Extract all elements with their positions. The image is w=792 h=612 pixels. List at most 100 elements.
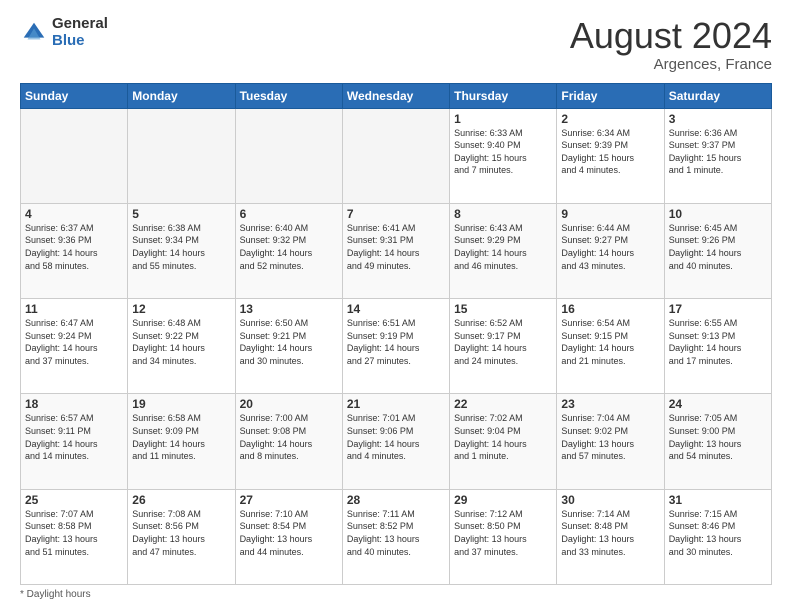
- calendar-cell: 28Sunrise: 7:11 AM Sunset: 8:52 PM Dayli…: [342, 489, 449, 584]
- month-title: August 2024: [570, 16, 772, 56]
- cell-info: Sunrise: 6:37 AM Sunset: 9:36 PM Dayligh…: [25, 222, 123, 272]
- cell-info: Sunrise: 7:15 AM Sunset: 8:46 PM Dayligh…: [669, 508, 767, 558]
- cell-info: Sunrise: 6:38 AM Sunset: 9:34 PM Dayligh…: [132, 222, 230, 272]
- day-number: 12: [132, 302, 230, 316]
- calendar-cell: 25Sunrise: 7:07 AM Sunset: 8:58 PM Dayli…: [21, 489, 128, 584]
- calendar-cell: 17Sunrise: 6:55 AM Sunset: 9:13 PM Dayli…: [664, 299, 771, 394]
- day-number: 21: [347, 397, 445, 411]
- cell-info: Sunrise: 6:55 AM Sunset: 9:13 PM Dayligh…: [669, 317, 767, 367]
- calendar-body: 1Sunrise: 6:33 AM Sunset: 9:40 PM Daylig…: [21, 108, 772, 584]
- cell-info: Sunrise: 6:50 AM Sunset: 9:21 PM Dayligh…: [240, 317, 338, 367]
- day-number: 3: [669, 112, 767, 126]
- cell-info: Sunrise: 6:47 AM Sunset: 9:24 PM Dayligh…: [25, 317, 123, 367]
- logo: General Blue: [20, 16, 108, 49]
- cell-info: Sunrise: 6:33 AM Sunset: 9:40 PM Dayligh…: [454, 127, 552, 177]
- calendar-cell: 13Sunrise: 6:50 AM Sunset: 9:21 PM Dayli…: [235, 299, 342, 394]
- day-number: 1: [454, 112, 552, 126]
- week-row-5: 25Sunrise: 7:07 AM Sunset: 8:58 PM Dayli…: [21, 489, 772, 584]
- dow-header-saturday: Saturday: [664, 83, 771, 108]
- cell-info: Sunrise: 7:00 AM Sunset: 9:08 PM Dayligh…: [240, 412, 338, 462]
- cell-info: Sunrise: 7:14 AM Sunset: 8:48 PM Dayligh…: [561, 508, 659, 558]
- dow-header-wednesday: Wednesday: [342, 83, 449, 108]
- day-number: 14: [347, 302, 445, 316]
- cell-info: Sunrise: 7:04 AM Sunset: 9:02 PM Dayligh…: [561, 412, 659, 462]
- calendar-cell: 22Sunrise: 7:02 AM Sunset: 9:04 PM Dayli…: [450, 394, 557, 489]
- calendar-cell: 4Sunrise: 6:37 AM Sunset: 9:36 PM Daylig…: [21, 203, 128, 298]
- day-number: 23: [561, 397, 659, 411]
- day-number: 27: [240, 493, 338, 507]
- day-number: 4: [25, 207, 123, 221]
- calendar-cell: 1Sunrise: 6:33 AM Sunset: 9:40 PM Daylig…: [450, 108, 557, 203]
- logo-icon: [20, 19, 48, 47]
- week-row-2: 4Sunrise: 6:37 AM Sunset: 9:36 PM Daylig…: [21, 203, 772, 298]
- day-number: 22: [454, 397, 552, 411]
- calendar-cell: 20Sunrise: 7:00 AM Sunset: 9:08 PM Dayli…: [235, 394, 342, 489]
- calendar-cell: 5Sunrise: 6:38 AM Sunset: 9:34 PM Daylig…: [128, 203, 235, 298]
- calendar-cell: 9Sunrise: 6:44 AM Sunset: 9:27 PM Daylig…: [557, 203, 664, 298]
- calendar-table: SundayMondayTuesdayWednesdayThursdayFrid…: [20, 83, 772, 585]
- calendar-cell: 8Sunrise: 6:43 AM Sunset: 9:29 PM Daylig…: [450, 203, 557, 298]
- header: General Blue August 2024 Argences, Franc…: [20, 16, 772, 73]
- page: General Blue August 2024 Argences, Franc…: [0, 0, 792, 612]
- calendar-cell: 6Sunrise: 6:40 AM Sunset: 9:32 PM Daylig…: [235, 203, 342, 298]
- calendar-cell: 3Sunrise: 6:36 AM Sunset: 9:37 PM Daylig…: [664, 108, 771, 203]
- calendar-cell: 26Sunrise: 7:08 AM Sunset: 8:56 PM Dayli…: [128, 489, 235, 584]
- day-number: 6: [240, 207, 338, 221]
- cell-info: Sunrise: 6:58 AM Sunset: 9:09 PM Dayligh…: [132, 412, 230, 462]
- dow-header-thursday: Thursday: [450, 83, 557, 108]
- cell-info: Sunrise: 7:01 AM Sunset: 9:06 PM Dayligh…: [347, 412, 445, 462]
- day-number: 28: [347, 493, 445, 507]
- cell-info: Sunrise: 6:44 AM Sunset: 9:27 PM Dayligh…: [561, 222, 659, 272]
- cell-info: Sunrise: 6:41 AM Sunset: 9:31 PM Dayligh…: [347, 222, 445, 272]
- calendar-cell: 7Sunrise: 6:41 AM Sunset: 9:31 PM Daylig…: [342, 203, 449, 298]
- footer-note: * Daylight hours: [20, 589, 772, 600]
- footer-note-text: Daylight hours: [27, 589, 91, 600]
- day-number: 15: [454, 302, 552, 316]
- week-row-4: 18Sunrise: 6:57 AM Sunset: 9:11 PM Dayli…: [21, 394, 772, 489]
- calendar-cell: 12Sunrise: 6:48 AM Sunset: 9:22 PM Dayli…: [128, 299, 235, 394]
- day-number: 29: [454, 493, 552, 507]
- cell-info: Sunrise: 6:36 AM Sunset: 9:37 PM Dayligh…: [669, 127, 767, 177]
- calendar-cell: 24Sunrise: 7:05 AM Sunset: 9:00 PM Dayli…: [664, 394, 771, 489]
- day-number: 19: [132, 397, 230, 411]
- calendar-cell: 31Sunrise: 7:15 AM Sunset: 8:46 PM Dayli…: [664, 489, 771, 584]
- day-number: 2: [561, 112, 659, 126]
- logo-blue: Blue: [52, 33, 108, 50]
- day-number: 25: [25, 493, 123, 507]
- calendar-cell: 14Sunrise: 6:51 AM Sunset: 9:19 PM Dayli…: [342, 299, 449, 394]
- calendar-cell: 27Sunrise: 7:10 AM Sunset: 8:54 PM Dayli…: [235, 489, 342, 584]
- calendar-cell: 29Sunrise: 7:12 AM Sunset: 8:50 PM Dayli…: [450, 489, 557, 584]
- cell-info: Sunrise: 6:48 AM Sunset: 9:22 PM Dayligh…: [132, 317, 230, 367]
- calendar-cell: 30Sunrise: 7:14 AM Sunset: 8:48 PM Dayli…: [557, 489, 664, 584]
- day-number: 10: [669, 207, 767, 221]
- day-number: 9: [561, 207, 659, 221]
- calendar-cell: 10Sunrise: 6:45 AM Sunset: 9:26 PM Dayli…: [664, 203, 771, 298]
- dow-header-tuesday: Tuesday: [235, 83, 342, 108]
- cell-info: Sunrise: 7:07 AM Sunset: 8:58 PM Dayligh…: [25, 508, 123, 558]
- day-number: 5: [132, 207, 230, 221]
- cell-info: Sunrise: 7:02 AM Sunset: 9:04 PM Dayligh…: [454, 412, 552, 462]
- day-number: 18: [25, 397, 123, 411]
- cell-info: Sunrise: 6:43 AM Sunset: 9:29 PM Dayligh…: [454, 222, 552, 272]
- logo-text: General Blue: [52, 16, 108, 49]
- day-number: 7: [347, 207, 445, 221]
- cell-info: Sunrise: 6:54 AM Sunset: 9:15 PM Dayligh…: [561, 317, 659, 367]
- dow-header-sunday: Sunday: [21, 83, 128, 108]
- cell-info: Sunrise: 6:34 AM Sunset: 9:39 PM Dayligh…: [561, 127, 659, 177]
- calendar-cell: 11Sunrise: 6:47 AM Sunset: 9:24 PM Dayli…: [21, 299, 128, 394]
- calendar-cell: 16Sunrise: 6:54 AM Sunset: 9:15 PM Dayli…: [557, 299, 664, 394]
- day-number: 11: [25, 302, 123, 316]
- cell-info: Sunrise: 6:45 AM Sunset: 9:26 PM Dayligh…: [669, 222, 767, 272]
- calendar-cell: 23Sunrise: 7:04 AM Sunset: 9:02 PM Dayli…: [557, 394, 664, 489]
- day-number: 8: [454, 207, 552, 221]
- calendar-cell: [342, 108, 449, 203]
- day-number: 26: [132, 493, 230, 507]
- week-row-3: 11Sunrise: 6:47 AM Sunset: 9:24 PM Dayli…: [21, 299, 772, 394]
- day-of-week-row: SundayMondayTuesdayWednesdayThursdayFrid…: [21, 83, 772, 108]
- day-number: 31: [669, 493, 767, 507]
- calendar-cell: [21, 108, 128, 203]
- cell-info: Sunrise: 7:08 AM Sunset: 8:56 PM Dayligh…: [132, 508, 230, 558]
- week-row-1: 1Sunrise: 6:33 AM Sunset: 9:40 PM Daylig…: [21, 108, 772, 203]
- calendar-cell: 18Sunrise: 6:57 AM Sunset: 9:11 PM Dayli…: [21, 394, 128, 489]
- title-block: August 2024 Argences, France: [570, 16, 772, 73]
